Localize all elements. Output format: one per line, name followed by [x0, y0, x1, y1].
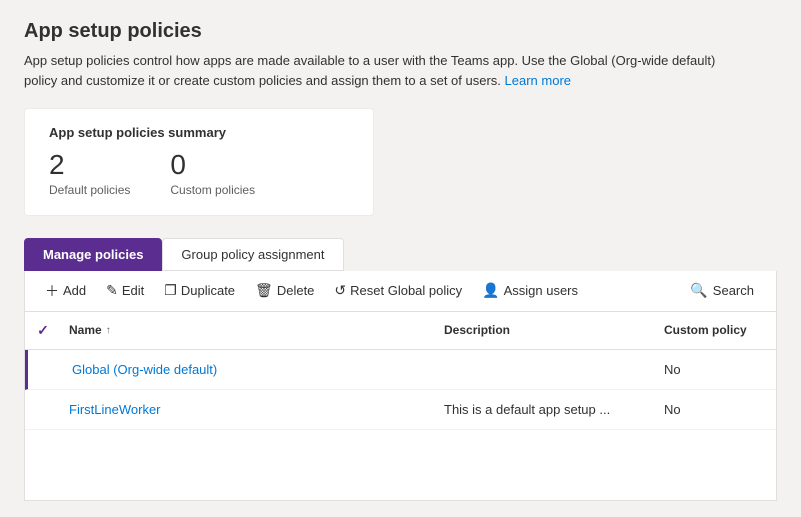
- th-description: Description: [436, 318, 656, 343]
- custom-policies-stat: 0 Custom policies: [170, 150, 255, 197]
- row-name-firstline[interactable]: FirstLineWorker: [61, 394, 436, 425]
- description-text: App setup policies control how apps are …: [24, 53, 715, 88]
- table: ✓ Name ↑ Description Custom policy Globa…: [24, 312, 777, 501]
- tabs-row: Manage policies Group policy assignment: [24, 238, 777, 271]
- page-container: App setup policies App setup policies co…: [0, 0, 801, 517]
- default-policies-stat: 2 Default policies: [49, 150, 130, 197]
- row-description-global: [436, 361, 656, 377]
- reset-global-policy-button[interactable]: ↺ Reset Global policy: [326, 278, 470, 303]
- summary-stats: 2 Default policies 0 Custom policies: [49, 150, 349, 197]
- duplicate-icon: ❐: [164, 282, 177, 299]
- toolbar: ＋ Add ✎ Edit ❐ Duplicate 🗑 Delete ↺ Rese…: [24, 271, 777, 312]
- check-all-icon: ✓: [37, 322, 49, 339]
- summary-card: App setup policies summary 2 Default pol…: [24, 108, 374, 216]
- tab-manage-policies[interactable]: Manage policies: [24, 238, 162, 271]
- edit-icon: ✎: [106, 282, 118, 299]
- custom-count: 0: [170, 150, 255, 181]
- search-button[interactable]: 🔍 Search: [680, 278, 764, 303]
- table-row[interactable]: Global (Org-wide default) No: [25, 350, 776, 390]
- row-custom-global: No: [656, 354, 776, 385]
- row-check-global: [28, 361, 64, 377]
- summary-title: App setup policies summary: [49, 125, 349, 140]
- add-button[interactable]: ＋ Add: [37, 277, 94, 305]
- table-header: ✓ Name ↑ Description Custom policy: [25, 312, 776, 350]
- th-custom-policy: Custom policy: [656, 318, 776, 343]
- default-count: 2: [49, 150, 130, 181]
- search-icon: 🔍: [690, 282, 707, 299]
- row-custom-firstline: No: [656, 394, 776, 425]
- assign-users-button[interactable]: 👤 Assign users: [474, 278, 586, 303]
- table-row[interactable]: FirstLineWorker This is a default app se…: [25, 390, 776, 430]
- page-title: App setup policies: [24, 20, 777, 43]
- th-name[interactable]: Name ↑: [61, 318, 436, 343]
- reset-icon: ↺: [334, 282, 346, 299]
- custom-label: Custom policies: [170, 183, 255, 197]
- add-icon: ＋: [45, 281, 59, 301]
- learn-more-link[interactable]: Learn more: [505, 73, 571, 88]
- row-description-firstline: This is a default app setup ...: [436, 394, 656, 425]
- tab-group-policy-assignment[interactable]: Group policy assignment: [162, 238, 343, 271]
- edit-button[interactable]: ✎ Edit: [98, 278, 152, 303]
- delete-button[interactable]: 🗑 Delete: [247, 278, 322, 303]
- delete-icon: 🗑: [255, 282, 273, 299]
- assign-users-icon: 👤: [482, 282, 499, 299]
- default-label: Default policies: [49, 183, 130, 197]
- row-check-firstline: [25, 401, 61, 417]
- sort-arrow-icon: ↑: [106, 325, 111, 336]
- duplicate-button[interactable]: ❐ Duplicate: [156, 278, 243, 303]
- row-name-global[interactable]: Global (Org-wide default): [64, 354, 436, 385]
- th-check: ✓: [25, 318, 61, 343]
- page-description: App setup policies control how apps are …: [24, 51, 744, 90]
